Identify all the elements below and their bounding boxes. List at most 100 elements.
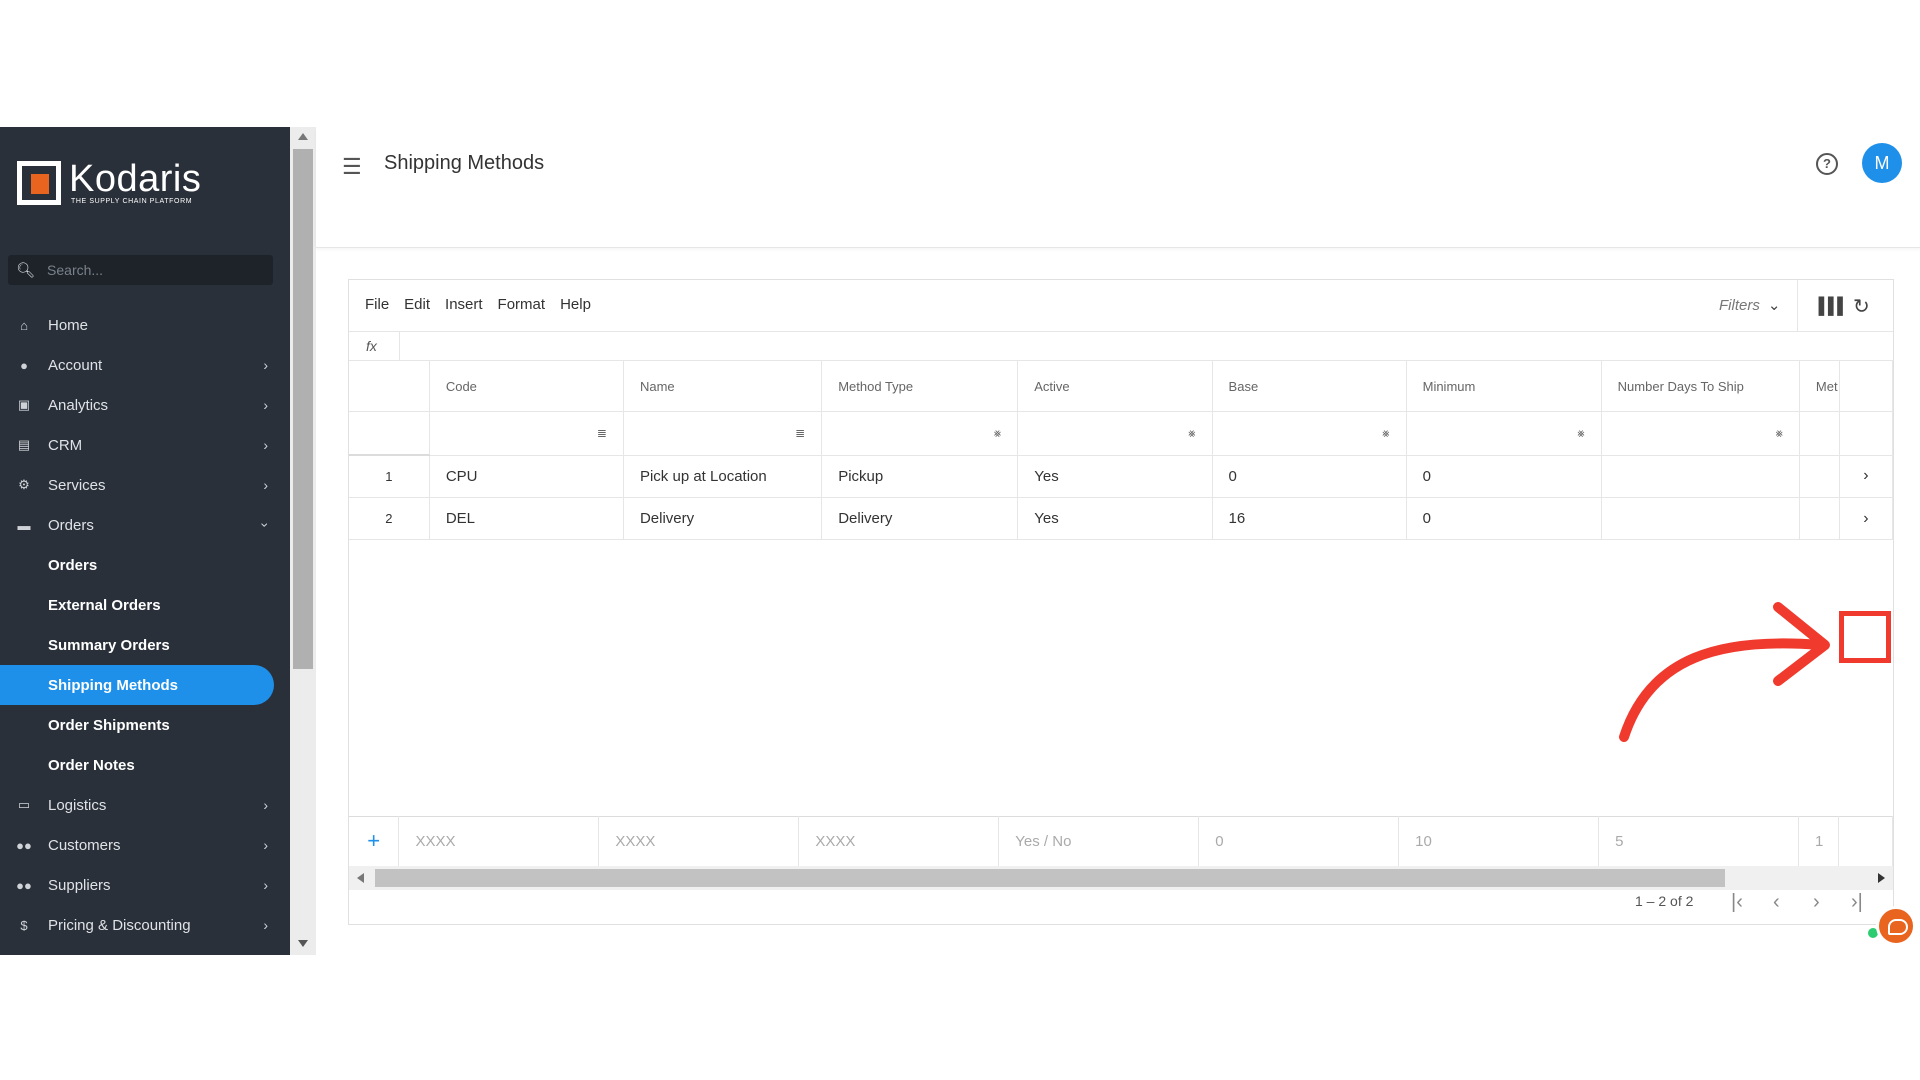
scroll-up-icon[interactable]: [298, 133, 308, 140]
sidebar-item-logistics[interactable]: ▭ Logistics ›: [0, 785, 290, 825]
column-header-number-days-to-ship[interactable]: Number Days To Ship: [1601, 361, 1800, 412]
column-header-base[interactable]: Base: [1212, 361, 1407, 412]
chevron-right-icon: ›: [1863, 467, 1869, 485]
filter-off-icon[interactable]: ⨳: [1382, 426, 1389, 441]
first-page-icon[interactable]: |‹: [1731, 891, 1743, 914]
cell-method-type[interactable]: Delivery: [821, 497, 1019, 540]
filter-cell[interactable]: ⨳: [821, 411, 1019, 456]
table-row[interactable]: 1 CPU Pick up at Location Pickup Yes 0 0…: [349, 455, 1894, 498]
sidebar-item-orders[interactable]: ▬ Orders ›: [0, 505, 290, 545]
filter-icon[interactable]: ≣: [597, 426, 607, 440]
new-row-code[interactable]: XXXX: [398, 816, 600, 866]
cell-number-days-to-ship[interactable]: [1601, 497, 1800, 540]
hamburger-menu-icon[interactable]: ☰: [342, 154, 362, 180]
previous-page-icon[interactable]: ‹: [1773, 891, 1780, 914]
cell-base[interactable]: 0: [1212, 455, 1407, 498]
new-row-base[interactable]: 0: [1198, 816, 1400, 866]
new-row-name[interactable]: XXXX: [598, 816, 800, 866]
row-detail-button[interactable]: ›: [1839, 497, 1894, 540]
sidebar-item-customers[interactable]: ●● Customers ›: [0, 825, 290, 865]
sidebar-subitem-orders[interactable]: Orders: [0, 545, 290, 585]
sidebar-subitem-shipping-methods[interactable]: Shipping Methods: [0, 665, 274, 705]
cell-name[interactable]: Pick up at Location: [623, 455, 823, 498]
sidebar-item-suppliers[interactable]: ●● Suppliers ›: [0, 865, 290, 905]
column-header-method-type[interactable]: Method Type: [821, 361, 1019, 412]
filter-icon[interactable]: ≣: [795, 426, 805, 440]
menu-file[interactable]: File: [365, 296, 389, 313]
menu-help[interactable]: Help: [560, 296, 591, 313]
last-page-icon[interactable]: ›|: [1851, 891, 1863, 914]
chevron-right-icon: ›: [263, 837, 268, 853]
row-detail-button[interactable]: ›: [1839, 455, 1894, 498]
cell-base[interactable]: 16: [1212, 497, 1407, 540]
column-header-truncated[interactable]: Met: [1799, 361, 1840, 412]
avatar[interactable]: M: [1862, 143, 1902, 183]
cell-minimum[interactable]: 0: [1406, 497, 1602, 540]
sidebar-item-home[interactable]: ⌂ Home: [0, 305, 290, 345]
sidebar-search: 🔍︎: [8, 255, 273, 285]
cell-code[interactable]: CPU: [429, 455, 624, 498]
row-number: 1: [349, 455, 430, 498]
cell-active[interactable]: Yes: [1017, 497, 1213, 540]
add-row-button[interactable]: +: [349, 816, 400, 866]
help-icon[interactable]: ?: [1816, 153, 1838, 175]
chevron-down-icon: ›: [257, 522, 274, 528]
sidebar-item-services[interactable]: ⚙ Services ›: [0, 465, 290, 505]
column-header-code[interactable]: Code: [429, 361, 624, 412]
sidebar-item-crm[interactable]: ▤ CRM ›: [0, 425, 290, 465]
column-header-name[interactable]: Name: [623, 361, 823, 412]
cell-number-days-to-ship[interactable]: [1601, 455, 1800, 498]
filters-dropdown[interactable]: Filters ⌄: [1719, 296, 1780, 314]
formula-bar[interactable]: fx: [349, 332, 1893, 361]
menu-edit[interactable]: Edit: [404, 296, 430, 313]
sidebar-subitem-external-orders[interactable]: External Orders: [0, 585, 290, 625]
column-header-active[interactable]: Active: [1017, 361, 1213, 412]
sidebar-item-account[interactable]: ● Account ›: [0, 345, 290, 385]
filter-off-icon[interactable]: ⨳: [1775, 426, 1782, 441]
filter-cell[interactable]: ⨳: [1601, 411, 1800, 456]
horizontal-scrollbar-thumb[interactable]: [375, 869, 1725, 887]
cell-code[interactable]: DEL: [429, 497, 624, 540]
scroll-left-icon[interactable]: [357, 873, 364, 883]
horizontal-scrollbar[interactable]: [349, 866, 1893, 890]
cell-method-type[interactable]: Pickup: [821, 455, 1019, 498]
new-row-number-days-to-ship[interactable]: 5: [1598, 816, 1799, 866]
table-row[interactable]: 2 DEL Delivery Delivery Yes 16 0 ›: [349, 497, 1894, 540]
chat-widget-icon[interactable]: [1876, 906, 1916, 946]
search-input[interactable]: [45, 261, 250, 279]
sidebar-item-pricing-discounting[interactable]: $ Pricing & Discounting ›: [0, 905, 290, 945]
page-title: Shipping Methods: [384, 152, 545, 174]
scrollbar-thumb[interactable]: [293, 149, 313, 669]
next-page-icon[interactable]: ›: [1813, 891, 1820, 914]
new-row-truncated[interactable]: 1: [1798, 816, 1839, 866]
menu-insert[interactable]: Insert: [445, 296, 483, 313]
filter-off-icon[interactable]: ⨳: [1188, 426, 1195, 441]
kodaris-logo[interactable]: Kodaris THE SUPPLY CHAIN PLATFORM: [17, 160, 201, 205]
cell-name[interactable]: Delivery: [623, 497, 823, 540]
new-row-active[interactable]: Yes / No: [998, 816, 1200, 866]
scroll-down-icon[interactable]: [298, 940, 308, 947]
new-row-method-type[interactable]: XXXX: [798, 816, 1000, 866]
filter-off-icon[interactable]: ⨳: [994, 426, 1001, 441]
column-header-minimum[interactable]: Minimum: [1406, 361, 1602, 412]
cell-active[interactable]: Yes: [1017, 455, 1213, 498]
filter-cell[interactable]: ⨳: [1212, 411, 1407, 456]
refresh-icon[interactable]: ↻: [1853, 294, 1870, 319]
sidebar-subitem-summary-orders[interactable]: Summary Orders: [0, 625, 290, 665]
new-row-minimum[interactable]: 10: [1398, 816, 1600, 866]
filter-cell[interactable]: ≣: [429, 411, 624, 456]
columns-icon[interactable]: ▐▐▐: [1813, 298, 1843, 316]
filter-cell[interactable]: ⨳: [1406, 411, 1602, 456]
sidebar-item-analytics[interactable]: ▣ Analytics ›: [0, 385, 290, 425]
sidebar-scrollbar[interactable]: [290, 127, 316, 955]
pagination: 1 – 2 of 2 |‹ ‹ › ›|: [349, 891, 1893, 923]
scroll-right-icon[interactable]: [1878, 873, 1885, 883]
filter-cell[interactable]: ⨳: [1017, 411, 1213, 456]
annotation-highlight-box: [1839, 611, 1891, 663]
sidebar-subitem-order-shipments[interactable]: Order Shipments: [0, 705, 290, 745]
cell-minimum[interactable]: 0: [1406, 455, 1602, 498]
menu-format[interactable]: Format: [498, 296, 546, 313]
filter-off-icon[interactable]: ⨳: [1577, 426, 1584, 441]
sidebar-subitem-order-notes[interactable]: Order Notes: [0, 745, 290, 785]
filter-cell[interactable]: ≣: [623, 411, 823, 456]
